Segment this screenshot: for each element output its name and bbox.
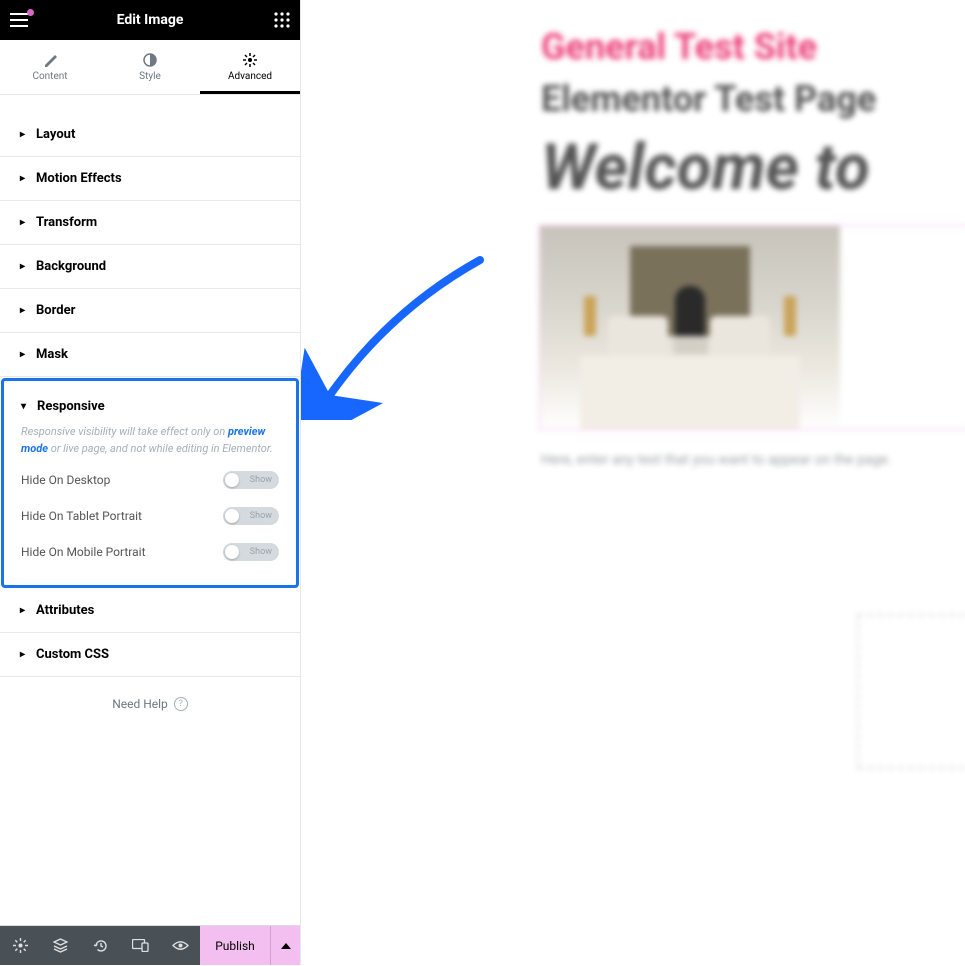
page-preview: General Test Site Elementor Test Page We… — [301, 0, 965, 965]
section-custom-css[interactable]: Custom CSS — [0, 633, 300, 676]
responsive-mode-button[interactable] — [120, 926, 160, 966]
help-icon: ? — [174, 697, 188, 711]
section-label: Mask — [36, 347, 68, 362]
page-title: Elementor Test Page — [541, 78, 965, 120]
section-label: Custom CSS — [36, 647, 109, 662]
publish-options-button[interactable] — [270, 926, 300, 965]
tab-label: Content — [32, 71, 67, 82]
section-mask[interactable]: Mask — [0, 333, 300, 376]
notification-dot-icon — [27, 9, 34, 16]
section-transform[interactable]: Transform — [0, 201, 300, 244]
widgets-grid-button[interactable] — [274, 12, 290, 28]
history-button[interactable] — [80, 926, 120, 966]
editor-sidebar: Edit Image Content Style Advanced Layout… — [0, 0, 301, 965]
hide-on-desktop-label: Hide On Desktop — [21, 473, 110, 487]
empty-widget-placeholder[interactable] — [857, 614, 965, 769]
section-label: Background — [36, 259, 106, 274]
panel-title: Edit Image — [0, 12, 300, 28]
paragraph-text: Here, enter any text that you want to ap… — [541, 452, 965, 468]
tab-label: Advanced — [228, 71, 272, 82]
section-label: Attributes — [36, 603, 94, 618]
section-border[interactable]: Border — [0, 289, 300, 332]
welcome-heading: Welcome to — [541, 130, 965, 205]
publish-button[interactable]: Publish — [200, 926, 270, 965]
image-widget[interactable] — [539, 225, 965, 430]
hide-on-mobile-label: Hide On Mobile Portrait — [21, 545, 146, 559]
responsive-note: Responsive visibility will take effect o… — [21, 424, 279, 457]
hide-on-desktop-toggle[interactable]: Show — [223, 471, 279, 489]
section-background[interactable]: Background — [0, 245, 300, 288]
section-responsive-highlight: Responsive Responsive visibility will ta… — [1, 378, 299, 588]
panel-body: Layout Motion Effects Transform Backgrou… — [0, 95, 300, 925]
menu-button[interactable] — [10, 13, 28, 27]
section-motion-effects[interactable]: Motion Effects — [0, 157, 300, 200]
sidebar-footer: Publish — [0, 925, 300, 965]
need-help-link[interactable]: Need Help ? — [0, 677, 300, 711]
hide-on-tablet-label: Hide On Tablet Portrait — [21, 509, 142, 523]
sidebar-topbar: Edit Image — [0, 0, 300, 40]
navigator-button[interactable] — [40, 926, 80, 966]
page-settings-button[interactable] — [0, 926, 40, 966]
hide-on-tablet-toggle[interactable]: Show — [223, 507, 279, 525]
panel-tabs: Content Style Advanced — [0, 40, 300, 95]
section-label: Motion Effects — [36, 171, 122, 186]
tab-advanced[interactable]: Advanced — [200, 40, 300, 94]
tab-label: Style — [139, 71, 161, 82]
tab-style[interactable]: Style — [100, 40, 200, 94]
section-layout[interactable]: Layout — [0, 113, 300, 156]
section-attributes[interactable]: Attributes — [0, 589, 300, 632]
section-label: Transform — [36, 215, 97, 230]
preview-changes-button[interactable] — [160, 926, 200, 966]
site-title: General Test Site — [541, 26, 965, 68]
section-label: Border — [36, 303, 75, 318]
hide-on-mobile-toggle[interactable]: Show — [223, 543, 279, 561]
section-label: Layout — [36, 127, 75, 142]
section-responsive[interactable]: Responsive — [21, 391, 279, 424]
need-help-label: Need Help — [112, 697, 168, 711]
tab-content[interactable]: Content — [0, 40, 100, 94]
section-label: Responsive — [37, 399, 105, 414]
